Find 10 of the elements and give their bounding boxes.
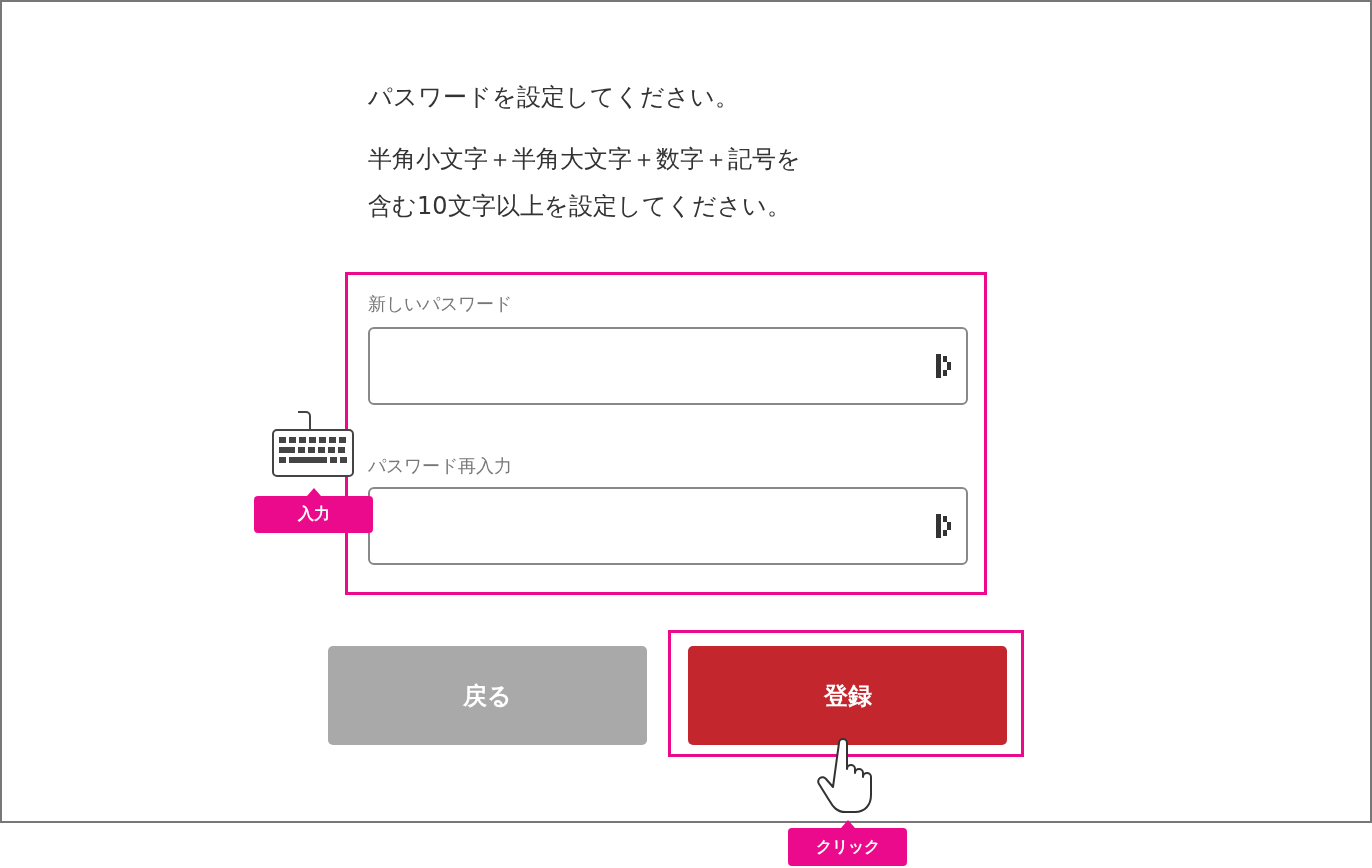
register-button[interactable]: 登録 — [688, 646, 1007, 745]
callout-label: クリック — [788, 820, 907, 866]
instruction-text: パスワードを設定してください。 — [367, 82, 740, 113]
keyboard-icon — [272, 410, 354, 478]
requirement-text: 半角小文字＋半角大文字＋数字＋記号を 含む10文字以上を設定してください。 — [367, 144, 802, 222]
field-label: 新しいパスワード — [368, 292, 513, 316]
callout-label: 入力 — [254, 488, 373, 533]
password-field[interactable] — [368, 327, 968, 405]
password-field[interactable] — [368, 487, 968, 565]
field-label: パスワード再入力 — [368, 454, 513, 478]
